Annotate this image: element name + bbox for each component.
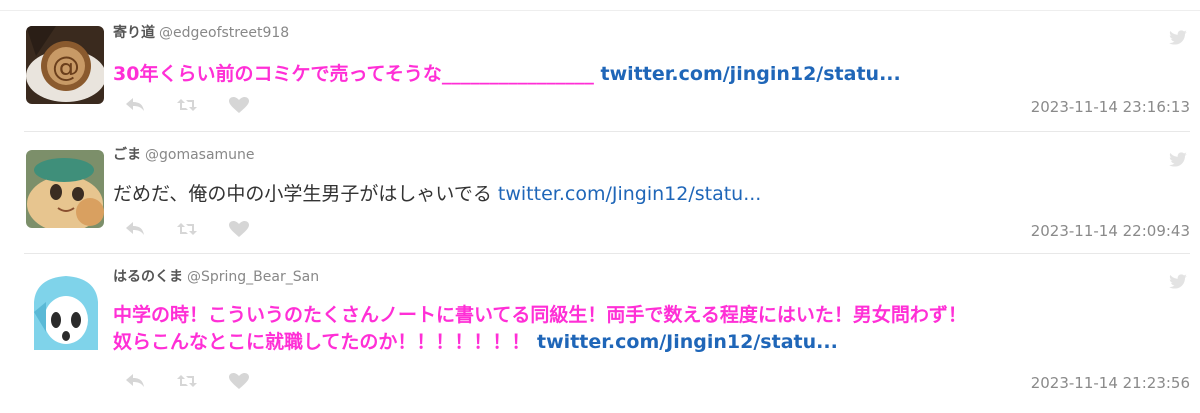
tweet-link[interactable]: twitter.com/jingin12/statu... [601,63,901,85]
tweet-text-line-2: 奴らこんなとこに就職してたのか！！！！！！！ twitter.com/Jingi… [113,329,1160,356]
tweet-text-line: 30年くらい前のコミケで売ってそうな________________ [113,63,601,85]
twitter-bird-icon [1169,274,1187,289]
retweet-icon[interactable] [176,372,198,390]
user-handle[interactable]: @edgeofstreet918 [159,25,289,41]
divider [24,253,1190,254]
tweet-text-line: 奴らこんなとこに就職してたのか！！！！！！！ [113,331,538,353]
reply-icon[interactable] [124,372,146,390]
tweet-item: ごま @gomasamune だめだ、俺の中の小学生男子がはしゃいでる twitt… [0,140,1200,254]
heart-icon[interactable] [228,220,250,238]
tweet-text: だめだ、俺の中の小学生男子がはしゃいでる twitter.com/Jingin1… [113,181,1160,208]
divider [0,10,1200,11]
retweet-icon[interactable] [176,96,198,114]
tweet-actions [124,220,250,238]
svg-text:@: @ [52,50,80,83]
avatar[interactable] [26,150,104,228]
avatar[interactable]: @ [26,26,104,104]
reply-icon[interactable] [124,220,146,238]
display-name[interactable]: 寄り道 [113,25,155,41]
tweet-item: @ 寄り道 @edgeofstreet918 30年くらい前のコミケで売ってそうな… [0,18,1200,132]
tweet-actions [124,372,250,390]
tweet-actions [124,96,250,114]
tweet-text-line: 中学の時！こういうのたくさんノートに書いてる同級生！両手で数える程度にはいた！男… [113,304,967,326]
tweet-item: はるのくま @Spring_Bear_San 中学の時！こういうのたくさんノートに… [0,262,1200,413]
tweet-text: 30年くらい前のコミケで売ってそうな________________ twitt… [113,61,1160,88]
tweet-header: 寄り道 @edgeofstreet918 [113,22,289,42]
divider [24,131,1190,132]
user-handle[interactable]: @Spring_Bear_San [187,269,319,285]
avatar[interactable] [26,272,104,350]
timestamp: 2023-11-14 23:16:13 [1030,98,1190,116]
tweet-text-line: だめだ、俺の中の小学生男子がはしゃいでる [113,183,498,205]
reply-icon[interactable] [124,96,146,114]
display-name[interactable]: ごま [113,147,141,163]
heart-icon[interactable] [228,372,250,390]
user-handle[interactable]: @gomasamune [145,147,255,163]
timestamp: 2023-11-14 22:09:43 [1030,222,1190,240]
tweet-text: 中学の時！こういうのたくさんノートに書いてる同級生！両手で数える程度にはいた！男… [113,302,1160,356]
tweet-header: はるのくま @Spring_Bear_San [113,266,319,286]
display-name[interactable]: はるのくま [113,269,183,285]
twitter-bird-icon [1169,152,1187,167]
heart-icon[interactable] [228,96,250,114]
twitter-bird-icon [1169,30,1187,45]
timestamp: 2023-11-14 21:23:56 [1030,374,1190,392]
retweet-icon[interactable] [176,220,198,238]
tweet-feed: @ 寄り道 @edgeofstreet918 30年くらい前のコミケで売ってそうな… [0,0,1200,413]
tweet-link[interactable]: twitter.com/Jingin12/statu... [498,183,761,205]
tweet-header: ごま @gomasamune [113,144,255,164]
tweet-link[interactable]: twitter.com/Jingin12/statu... [537,331,838,353]
